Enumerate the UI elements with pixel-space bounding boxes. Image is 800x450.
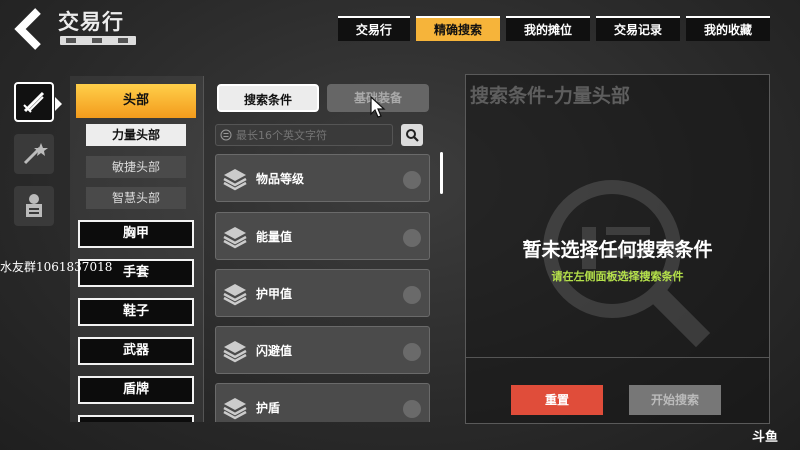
category-rail xyxy=(14,82,62,238)
stream-watermark: 水友群1061837018 xyxy=(0,260,113,274)
page-title: 交易行 xyxy=(58,10,124,34)
filter-item-label: 物品等级 xyxy=(256,172,305,186)
chevron-left-icon xyxy=(14,8,41,50)
filter-item-label: 闪避值 xyxy=(256,344,293,358)
empty-state-hint: 请在左侧面板选择搜索条件 xyxy=(551,270,684,283)
rail-item-equipment[interactable] xyxy=(14,82,62,122)
header: 交易行 交易行 精确搜索 我的摊位 交易记录 我的收藏 xyxy=(0,0,800,58)
filter-radio[interactable] xyxy=(403,229,421,247)
back-button[interactable] xyxy=(8,4,50,54)
stack-layers-icon xyxy=(223,341,247,363)
tab-precise-search[interactable]: 精确搜索 xyxy=(415,16,500,41)
start-search-button[interactable]: 开始搜索 xyxy=(629,385,721,415)
filter-item-label: 护盾 xyxy=(256,401,281,415)
sub-item-wisdom-head[interactable]: 智慧头部 xyxy=(86,187,186,209)
character-icon xyxy=(26,194,42,217)
list-icon xyxy=(220,129,232,141)
filter-item-label: 能量值 xyxy=(256,230,293,244)
tab-my-favorites[interactable]: 我的收藏 xyxy=(685,16,770,41)
category-list: 头部 力量头部 敏捷头部 智慧头部 胸甲 手套 鞋子 武器 盾牌 xyxy=(70,76,204,422)
filter-item-energy[interactable]: 能量值 xyxy=(215,212,430,260)
stack-layers-icon xyxy=(223,398,247,420)
sub-item-agility-head[interactable]: 敏捷头部 xyxy=(86,156,186,178)
search-button[interactable] xyxy=(401,124,423,146)
title-decoration xyxy=(60,36,136,45)
filter-radio[interactable] xyxy=(403,343,421,361)
stack-layers-icon xyxy=(223,227,247,249)
panel-title: 搜索条件-力量头部 xyxy=(470,85,630,107)
platform-logo: 斗鱼 xyxy=(752,430,779,445)
tab-trade-records[interactable]: 交易记录 xyxy=(595,16,680,41)
search-field[interactable] xyxy=(215,124,393,146)
category-head[interactable]: 头部 xyxy=(76,84,196,118)
tab-my-stall[interactable]: 我的摊位 xyxy=(505,16,590,41)
filter-item-label: 护甲值 xyxy=(256,287,293,301)
equipment-magic-icon xyxy=(23,143,48,165)
search-icon xyxy=(406,129,419,142)
rail-selected-arrow xyxy=(55,97,62,111)
filter-radio[interactable] xyxy=(403,286,421,304)
category-boots[interactable]: 鞋子 xyxy=(78,298,194,326)
search-input[interactable] xyxy=(236,128,386,142)
tab-trading[interactable]: 交易行 xyxy=(337,16,410,41)
filter-item-level[interactable]: 物品等级 xyxy=(215,154,430,202)
filter-item-shield[interactable]: 护盾 xyxy=(215,383,430,422)
filter-list: 搜索条件 基础装备 物品等级 能量值 xyxy=(205,76,445,422)
filter-scrollbar[interactable] xyxy=(440,152,443,194)
rail-item-character[interactable] xyxy=(14,186,54,226)
filter-item-evasion[interactable]: 闪避值 xyxy=(215,326,430,374)
stack-layers-icon xyxy=(223,169,247,191)
empty-state-message: 暂未选择任何搜索条件 xyxy=(522,239,713,261)
sub-item-strength-head[interactable]: 力量头部 xyxy=(86,124,186,146)
panel-divider xyxy=(466,357,769,358)
filter-radio[interactable] xyxy=(403,400,421,418)
seg-search-conditions[interactable]: 搜索条件 xyxy=(217,84,319,112)
mouse-cursor-icon xyxy=(370,96,386,118)
category-chest[interactable]: 胸甲 xyxy=(78,220,194,248)
stack-layers-icon xyxy=(223,284,247,306)
rail-item-magic[interactable] xyxy=(14,134,54,174)
equipment-sword-icon xyxy=(23,91,45,113)
filter-item-armor[interactable]: 护甲值 xyxy=(215,269,430,317)
category-more[interactable] xyxy=(78,415,194,422)
filter-radio[interactable] xyxy=(403,171,421,189)
reset-button[interactable]: 重置 xyxy=(511,385,603,415)
category-weapon[interactable]: 武器 xyxy=(78,337,194,365)
top-tabs: 交易行 精确搜索 我的摊位 交易记录 我的收藏 xyxy=(337,16,770,41)
search-condition-panel: 搜索条件-力量头部 暂未选择任何搜索条件 请在左侧面板选择搜索条件 重置 开始搜… xyxy=(465,74,770,424)
category-shield[interactable]: 盾牌 xyxy=(78,376,194,404)
